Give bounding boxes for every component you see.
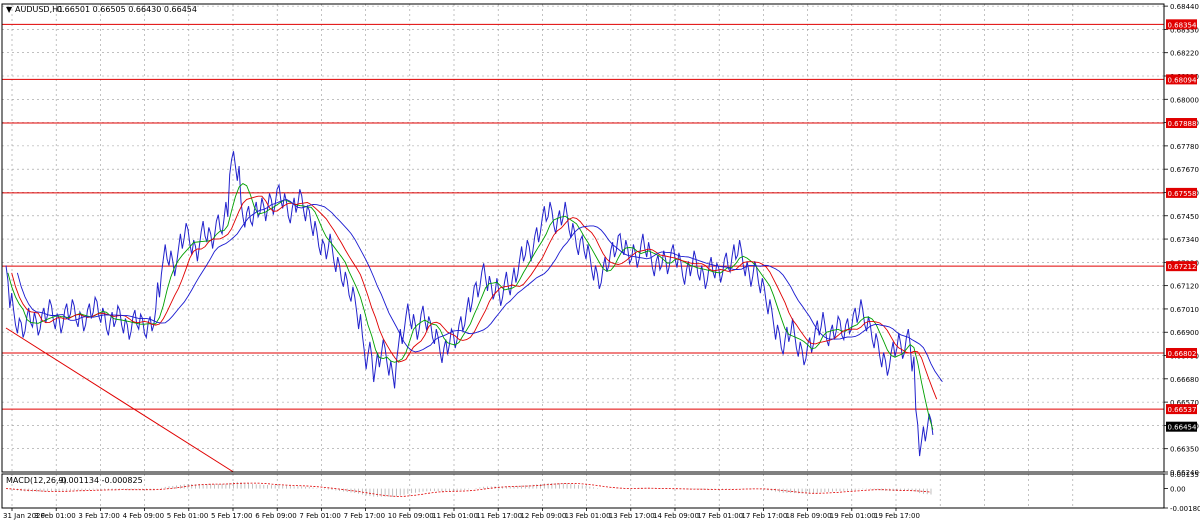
x-tick-label: 12 Feb 09:00 bbox=[520, 512, 566, 520]
level-price-label: 0.66802 bbox=[1168, 350, 1197, 358]
macd-y-tick-label: -0.001807 bbox=[1170, 505, 1200, 513]
level-price-label: 0.68094 bbox=[1168, 76, 1197, 84]
symbol-title: AUDUSD,H1 bbox=[15, 5, 63, 14]
level-price-label: 0.67558 bbox=[1168, 190, 1197, 198]
x-tick-label: 14 Feb 09:00 bbox=[653, 512, 699, 520]
level-price-label: 0.68354 bbox=[1168, 21, 1197, 29]
symbol-caret-icon[interactable]: ▼ bbox=[6, 5, 13, 14]
y-tick-label: 0.66680 bbox=[1170, 376, 1199, 384]
price-chart-svg[interactable]: 0.662400.663500.664600.665700.666800.667… bbox=[0, 0, 1200, 524]
level-price-label: 0.67212 bbox=[1168, 263, 1197, 271]
x-tick-label: 10 Feb 09:00 bbox=[388, 512, 434, 520]
y-tick-label: 0.68000 bbox=[1170, 96, 1199, 104]
y-tick-label: 0.66900 bbox=[1170, 329, 1199, 337]
macd-values: -0.001134 -0.000825 bbox=[58, 476, 143, 485]
x-tick-label: 17 Feb 17:00 bbox=[741, 512, 787, 520]
x-tick-label: 7 Feb 01:00 bbox=[299, 512, 340, 520]
level-price-label: 0.66537 bbox=[1168, 406, 1197, 414]
chart-background bbox=[0, 0, 1200, 524]
x-tick-label: 4 Feb 09:00 bbox=[123, 512, 164, 520]
macd-y-tick-label: 0.00 bbox=[1170, 486, 1186, 494]
x-tick-label: 17 Feb 01:00 bbox=[697, 512, 743, 520]
x-tick-label: 3 Feb 01:00 bbox=[34, 512, 75, 520]
x-tick-label: 13 Feb 17:00 bbox=[609, 512, 655, 520]
x-tick-label: 19 Feb 01:00 bbox=[830, 512, 876, 520]
chart-window[interactable]: 0.662400.663500.664600.665700.666800.667… bbox=[0, 0, 1200, 524]
y-tick-label: 0.67010 bbox=[1170, 306, 1199, 314]
x-tick-label: 11 Feb 17:00 bbox=[476, 512, 522, 520]
level-price-label: 0.67888 bbox=[1168, 120, 1197, 128]
current-price-label: 0.66454 bbox=[1168, 424, 1197, 432]
y-tick-label: 0.68440 bbox=[1170, 3, 1199, 11]
x-tick-label: 6 Feb 09:00 bbox=[255, 512, 296, 520]
x-tick-label: 13 Feb 01:00 bbox=[565, 512, 611, 520]
x-tick-label: 19 Feb 17:00 bbox=[874, 512, 920, 520]
y-tick-label: 0.68220 bbox=[1170, 50, 1199, 58]
macd-y-tick-label: 0.001357 bbox=[1170, 471, 1200, 479]
ohlc-readout: 0.66501 0.66505 0.66430 0.66454 bbox=[57, 5, 197, 14]
x-tick-label: 7 Feb 17:00 bbox=[344, 512, 385, 520]
y-tick-label: 0.67120 bbox=[1170, 283, 1199, 291]
x-tick-label: 18 Feb 09:00 bbox=[786, 512, 832, 520]
y-tick-label: 0.67450 bbox=[1170, 213, 1199, 221]
y-tick-label: 0.67340 bbox=[1170, 236, 1199, 244]
x-tick-label: 3 Feb 17:00 bbox=[78, 512, 119, 520]
x-tick-label: 11 Feb 01:00 bbox=[432, 512, 478, 520]
y-tick-label: 0.67780 bbox=[1170, 143, 1199, 151]
y-tick-label: 0.67670 bbox=[1170, 166, 1199, 174]
y-tick-label: 0.66350 bbox=[1170, 446, 1199, 454]
x-tick-label: 5 Feb 01:00 bbox=[167, 512, 208, 520]
x-tick-label: 5 Feb 17:00 bbox=[211, 512, 252, 520]
